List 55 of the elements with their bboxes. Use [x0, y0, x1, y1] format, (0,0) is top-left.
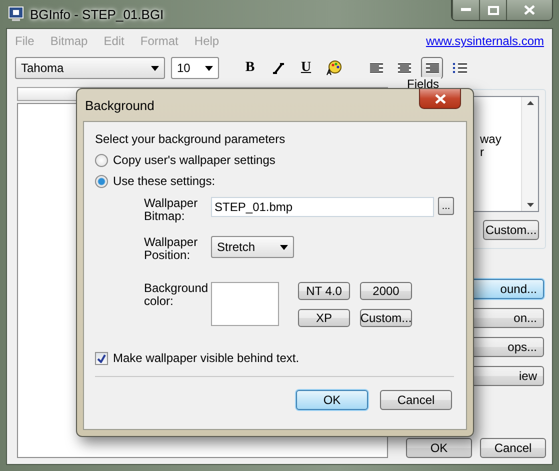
bold-button[interactable]: B: [239, 57, 261, 79]
align-right-icon: [424, 62, 440, 74]
preset-button[interactable]: NT 4.0: [298, 282, 350, 300]
preset-button[interactable]: Custom...: [360, 309, 412, 327]
cancel-button[interactable]: Cancel: [380, 390, 452, 410]
scroll-down-icon[interactable]: [526, 203, 534, 207]
underline-button[interactable]: U: [295, 57, 317, 79]
bullet-list-icon: [453, 62, 467, 74]
browse-button[interactable]: ...: [438, 197, 454, 215]
list-item[interactable]: way: [480, 133, 521, 146]
size-dropdown[interactable]: 10: [171, 57, 219, 79]
align-center-icon: [396, 62, 412, 74]
maximize-button[interactable]: [479, 0, 506, 20]
radio-button[interactable]: [95, 174, 108, 188]
scrollbar[interactable]: [521, 97, 538, 211]
ok-button[interactable]: OK: [406, 438, 472, 458]
caret-icon: [280, 244, 288, 250]
dialog-title: Background: [85, 98, 154, 112]
preset-button[interactable]: 2000: [360, 282, 412, 300]
caret-icon: [205, 66, 213, 70]
close-button[interactable]: [506, 0, 552, 20]
list-item[interactable]: r: [480, 146, 521, 159]
minimize-button[interactable]: [452, 0, 479, 20]
close-icon: [434, 94, 446, 104]
align-left-icon: [368, 62, 384, 74]
italic-icon: [272, 62, 284, 74]
close-button[interactable]: [419, 89, 461, 109]
scroll-up-icon[interactable]: [526, 101, 534, 105]
maximize-icon: [488, 6, 498, 14]
custom-button[interactable]: Custom...: [483, 220, 539, 240]
radio-button[interactable]: [95, 154, 108, 166]
window-title: BGInfo - STEP_01.BGI: [30, 6, 165, 22]
font-dropdown[interactable]: Tahoma: [15, 57, 165, 79]
checkmark-icon: [97, 354, 106, 362]
close-icon: [524, 5, 535, 15]
color-swatch[interactable]: [211, 282, 279, 326]
checkbox-label[interactable]: Make wallpaper visible behind text.: [113, 351, 300, 365]
field-label: Background color:: [144, 282, 210, 308]
checkbox[interactable]: [95, 352, 108, 364]
palette-icon: [326, 60, 342, 76]
minimize-icon: [461, 8, 471, 12]
radio-label[interactable]: Copy user's wallpaper settings: [113, 153, 276, 167]
field-label: Wallpaper Bitmap:: [144, 197, 199, 223]
position-dropdown[interactable]: Stretch: [211, 236, 294, 258]
ok-button[interactable]: OK: [296, 390, 368, 410]
radio-label[interactable]: Use these settings:: [113, 174, 216, 188]
field-label: Wallpaper Position:: [144, 236, 199, 262]
monitor-icon: [8, 6, 24, 22]
prompt-text: Select your background parameters: [95, 132, 286, 146]
cancel-button[interactable]: Cancel: [480, 438, 546, 458]
preset-button[interactable]: XP: [298, 309, 350, 327]
website-link[interactable]: www.sysinternals.com: [426, 34, 544, 48]
align-button[interactable]: [421, 57, 443, 79]
bitmap-field[interactable]: STEP_01.bmp: [210, 197, 434, 217]
caret-icon: [151, 66, 159, 70]
